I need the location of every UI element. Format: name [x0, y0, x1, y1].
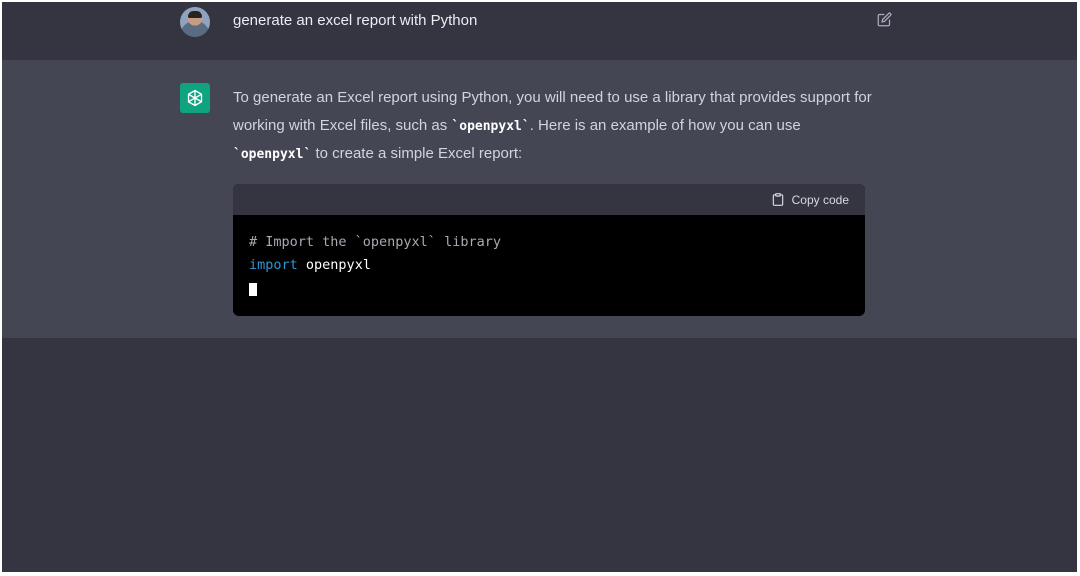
- typing-cursor: [249, 282, 257, 296]
- inline-code: `openpyxl`: [451, 118, 530, 134]
- chat-window: generate an excel report with Python To …: [2, 2, 1077, 572]
- clipboard-icon: [772, 193, 783, 206]
- code-block-header: Copy code: [233, 184, 865, 215]
- user-avatar: [180, 7, 210, 37]
- answer-text: to create a simple Excel report:: [311, 145, 523, 162]
- assistant-message-text: To generate an Excel report using Python…: [233, 84, 873, 169]
- code-comment-line: # Import the `openpyxl` library: [249, 234, 501, 250]
- edit-icon[interactable]: [875, 10, 893, 28]
- code-keyword: import: [249, 257, 298, 273]
- inline-code: `openpyxl`: [233, 147, 312, 162]
- code-import-line: import openpyxl: [249, 254, 849, 277]
- answer-text: . Here is an example of how you can use: [529, 116, 801, 134]
- code-content: # Import the `openpyxl` library import o…: [233, 215, 865, 316]
- code-cursor-line: [249, 277, 849, 300]
- user-message-text: generate an excel report with Python: [233, 12, 478, 29]
- copy-code-button[interactable]: Copy code: [771, 192, 849, 207]
- copy-code-label: Copy code: [791, 192, 849, 207]
- code-block: Copy code # Import the `openpyxl` librar…: [233, 184, 865, 316]
- openai-logo-icon: [180, 83, 210, 113]
- user-message-row: generate an excel report with Python: [2, 2, 1077, 60]
- code-module-name: openpyxl: [305, 257, 371, 273]
- assistant-message-row: To generate an Excel report using Python…: [2, 60, 1077, 338]
